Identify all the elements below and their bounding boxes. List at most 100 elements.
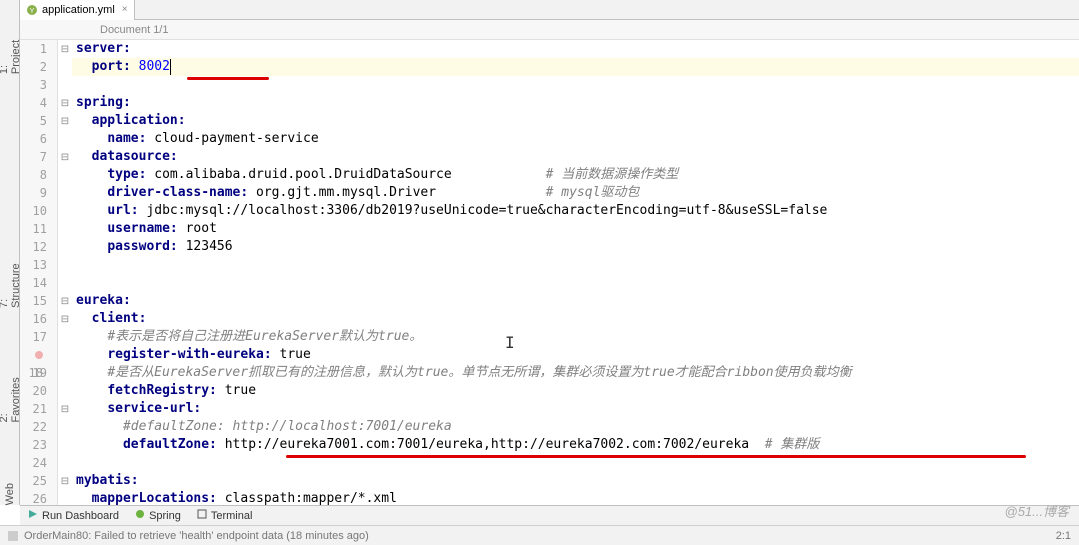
terminal-icon (197, 509, 207, 522)
line-number[interactable]: 19 (20, 364, 47, 382)
code-line[interactable]: service-url: (72, 400, 1079, 418)
line-number[interactable]: 22 (20, 418, 47, 436)
code-line[interactable] (72, 256, 1079, 274)
line-number[interactable]: 12 (20, 238, 47, 256)
fold-toggle (58, 436, 72, 454)
code-line[interactable]: #表示是否将自己注册进EurekaServer默认为true。 (72, 328, 1079, 346)
line-number-gutter[interactable]: 1234567891011121314151617 18192021222324… (20, 40, 58, 505)
fold-toggle (58, 382, 72, 400)
line-number[interactable]: 20 (20, 382, 47, 400)
left-tool-sidebar: 1: Project 7: Structure 2: Favorites Web (0, 0, 20, 505)
fold-toggle (58, 490, 72, 505)
code-line[interactable]: driver-class-name: org.gjt.mm.mysql.Driv… (72, 184, 1079, 202)
editor-area[interactable]: 1234567891011121314151617 18192021222324… (20, 40, 1079, 505)
fold-toggle (58, 364, 72, 382)
fold-toggle[interactable]: ⊟ (58, 94, 72, 112)
line-number[interactable]: 24 (20, 454, 47, 472)
breakpoint-icon[interactable] (35, 351, 43, 359)
fold-toggle (58, 238, 72, 256)
tab-filename: application.yml (42, 4, 115, 16)
tool-project[interactable]: 1: Project (0, 30, 22, 74)
annotation-underline (286, 455, 1026, 458)
line-number[interactable]: 7 (20, 148, 47, 166)
code-line[interactable]: register-with-eureka: true (72, 346, 1079, 364)
fold-toggle (58, 166, 72, 184)
line-number[interactable]: 25 (20, 472, 47, 490)
tool-structure[interactable]: 7: Structure (0, 254, 22, 308)
document-position: Document 1/1 (100, 24, 168, 36)
code-line[interactable]: #是否从EurekaServer抓取已有的注册信息，默认为true。单节点无所谓… (72, 364, 1079, 382)
annotation-underline (187, 77, 269, 80)
line-number[interactable]: 2 (20, 58, 47, 76)
line-number[interactable]: 23 (20, 436, 47, 454)
editor-tab-bar: Y application.yml × (20, 0, 1079, 20)
line-number[interactable]: 13 (20, 256, 47, 274)
code-line[interactable]: mybatis: (72, 472, 1079, 490)
fold-gutter[interactable]: ⊟⊟⊟⊟⊟⊟⊟⊟ (58, 40, 72, 505)
line-number[interactable]: 17 (20, 328, 47, 346)
code-line[interactable]: url: jdbc:mysql://localhost:3306/db2019?… (72, 202, 1079, 220)
tool-favorites[interactable]: 2: Favorites (0, 368, 22, 423)
play-icon (28, 509, 38, 522)
line-number[interactable]: 11 (20, 220, 47, 238)
line-number[interactable]: 21 (20, 400, 47, 418)
fold-toggle[interactable]: ⊟ (58, 310, 72, 328)
fold-toggle (58, 58, 72, 76)
code-line[interactable]: application: (72, 112, 1079, 130)
line-number[interactable]: 26 (20, 490, 47, 505)
code-line[interactable]: #defaultZone: http://localhost:7001/eure… (72, 418, 1079, 436)
line-number[interactable]: 14 (20, 274, 47, 292)
code-line[interactable] (72, 274, 1079, 292)
status-caret-position: 2:1 (1056, 530, 1071, 542)
svg-text:Y: Y (30, 8, 35, 15)
fold-toggle[interactable]: ⊟ (58, 148, 72, 166)
code-line[interactable]: client: (72, 310, 1079, 328)
line-number[interactable]: 4 (20, 94, 47, 112)
fold-toggle (58, 256, 72, 274)
code-line[interactable]: mapperLocations: classpath:mapper/*.xml (72, 490, 1079, 505)
status-bar: OrderMain80: Failed to retrieve 'health'… (0, 525, 1079, 545)
line-number[interactable]: 1 (20, 40, 47, 58)
tool-run-dashboard[interactable]: Run Dashboard (28, 509, 119, 522)
close-tab-icon[interactable]: × (122, 4, 128, 15)
line-number[interactable]: 8 (20, 166, 47, 184)
line-number[interactable]: 9 (20, 184, 47, 202)
code-line[interactable]: password: 123456 (72, 238, 1079, 256)
fold-toggle (58, 454, 72, 472)
code-line[interactable]: datasource: (72, 148, 1079, 166)
code-line[interactable]: name: cloud-payment-service (72, 130, 1079, 148)
fold-toggle (58, 220, 72, 238)
line-number[interactable]: 5 (20, 112, 47, 130)
code-line[interactable]: type: com.alibaba.druid.pool.DruidDataSo… (72, 166, 1079, 184)
tool-spring[interactable]: Spring (135, 509, 181, 522)
line-number[interactable]: 16 (20, 310, 47, 328)
line-number[interactable]: 3 (20, 76, 47, 94)
code-line[interactable]: spring: (72, 94, 1079, 112)
line-number[interactable]: 15 (20, 292, 47, 310)
code-line[interactable]: server: (72, 40, 1079, 58)
fold-toggle[interactable]: ⊟ (58, 292, 72, 310)
fold-toggle (58, 202, 72, 220)
code-line[interactable]: defaultZone: http://eureka7001.com:7001/… (72, 436, 1079, 454)
code-line[interactable]: fetchRegistry: true (72, 382, 1079, 400)
fold-toggle[interactable]: ⊟ (58, 472, 72, 490)
tool-web[interactable]: Web (4, 483, 16, 505)
code-line[interactable]: username: root (72, 220, 1079, 238)
code-area[interactable]: I server: port: 8002spring: application:… (72, 40, 1079, 505)
tool-terminal[interactable]: Terminal (197, 509, 253, 522)
fold-toggle[interactable]: ⊟ (58, 40, 72, 58)
status-message: OrderMain80: Failed to retrieve 'health'… (24, 530, 369, 542)
text-caret (170, 59, 171, 75)
line-number[interactable]: 6 (20, 130, 47, 148)
line-number[interactable]: 18 (20, 346, 47, 364)
editor-tab-application-yml[interactable]: Y application.yml × (20, 0, 135, 20)
fold-toggle[interactable]: ⊟ (58, 112, 72, 130)
spring-icon (135, 509, 145, 522)
line-number[interactable]: 10 (20, 202, 47, 220)
code-line[interactable]: eureka: (72, 292, 1079, 310)
code-line[interactable]: port: 8002 (72, 58, 1079, 76)
fold-toggle[interactable]: ⊟ (58, 400, 72, 418)
fold-toggle (58, 76, 72, 94)
yml-file-icon: Y (26, 4, 38, 16)
fold-toggle (58, 274, 72, 292)
